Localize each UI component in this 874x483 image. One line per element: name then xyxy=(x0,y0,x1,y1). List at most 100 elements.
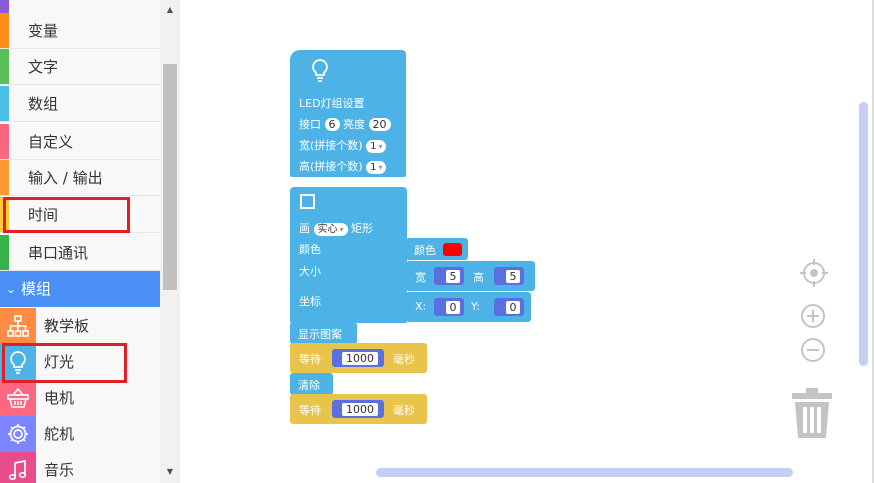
rectangle-icon xyxy=(300,194,315,209)
block-led-setup[interactable]: LED灯组设置 接口 6 亮度 20 宽(拼接个数) 1 ▾ 高(拼接个数) 1 ▾ xyxy=(290,50,406,177)
category-label: 文字 xyxy=(28,58,59,76)
trash-icon[interactable] xyxy=(790,386,834,440)
category-label: 输入 / 输出 xyxy=(28,169,103,187)
width-value-label: 宽 xyxy=(415,271,426,284)
height-value-label: 高 xyxy=(473,271,484,284)
board-icon xyxy=(0,308,36,344)
wait-number-block[interactable]: 1000 xyxy=(332,349,384,367)
category-header-modules[interactable]: ⌄ 模组 xyxy=(0,271,160,307)
block-title: LED灯组设置 xyxy=(299,97,365,110)
category-color-bar xyxy=(0,160,9,195)
wait-number-value[interactable]: 1000 xyxy=(342,403,378,416)
bulb-icon xyxy=(312,59,328,82)
category-color-bar xyxy=(0,124,9,159)
block-row-port: 接口 6 亮度 20 xyxy=(299,116,391,132)
block-label: 清除 xyxy=(298,379,320,392)
highlight-box-time xyxy=(3,197,130,233)
height-number-value[interactable]: 5 xyxy=(506,270,520,283)
category-item-variables[interactable]: 变量 xyxy=(0,13,160,49)
category-color-bar xyxy=(0,86,9,121)
color-swatch[interactable] xyxy=(443,243,462,256)
module-label: 电机 xyxy=(44,389,75,407)
brightness-label: 亮度 xyxy=(343,118,365,131)
gear-icon xyxy=(0,416,36,452)
category-item-io[interactable]: 输入 / 输出 xyxy=(0,160,160,196)
y-number-value[interactable]: 0 xyxy=(506,301,520,314)
module-item-servo[interactable]: 舵机 xyxy=(0,416,160,452)
module-label: 音乐 xyxy=(44,461,75,479)
wait-label: 等待 xyxy=(299,404,321,417)
block-size-value[interactable]: 宽 5 高 5 xyxy=(406,261,535,291)
category-color-bar xyxy=(0,235,9,270)
block-wait-1[interactable]: 等待 1000 毫秒 xyxy=(290,343,427,373)
block-row-draw: 画 实心 ▾ 矩形 xyxy=(299,220,373,236)
category-item-custom[interactable]: 自定义 xyxy=(0,124,160,160)
module-item-teaching-board[interactable]: 教学板 xyxy=(0,308,160,344)
module-item-music[interactable]: 音乐 xyxy=(0,452,160,483)
color-param-label: 颜色 xyxy=(299,243,321,256)
category-label: 自定义 xyxy=(28,133,74,151)
width-number-value[interactable]: 5 xyxy=(446,270,460,283)
x-number-value[interactable]: 0 xyxy=(446,301,460,314)
category-sidebar: 变量 文字 数组 自定义 输入 / 输出 时间 串口通讯 ⌄ 模组 教学板 灯光… xyxy=(0,0,160,483)
block-draw-rect[interactable]: 画 实心 ▾ 矩形 颜色 大小 坐标 xyxy=(290,187,407,323)
fill-dropdown[interactable]: 实心 ▾ xyxy=(313,223,348,236)
height-label: 高(拼接个数) xyxy=(299,160,363,173)
scroll-up-arrow-icon[interactable]: ▲ xyxy=(163,4,177,16)
zoom-in-icon[interactable] xyxy=(799,302,827,330)
category-item-text[interactable]: 文字 xyxy=(0,49,160,85)
x-value-label: X: xyxy=(415,300,427,313)
height-dropdown[interactable]: 1 ▾ xyxy=(366,161,387,174)
basket-icon xyxy=(0,380,36,416)
block-label: 显示图案 xyxy=(298,328,342,341)
color-input-label: 颜色 xyxy=(414,244,436,257)
module-item-motor[interactable]: 电机 xyxy=(0,380,160,416)
module-label: 教学板 xyxy=(44,317,90,335)
category-item-serial[interactable]: 串口通讯 xyxy=(0,235,160,271)
size-param-label: 大小 xyxy=(299,265,321,278)
shape-label: 矩形 xyxy=(351,222,374,235)
coord-param-label: 坐标 xyxy=(299,295,321,308)
wait-number-value[interactable]: 1000 xyxy=(342,352,378,365)
category-label: 串口通讯 xyxy=(28,244,89,262)
category-label: 变量 xyxy=(28,22,59,40)
width-label: 宽(拼接个数) xyxy=(299,139,363,152)
width-dropdown[interactable]: 1 ▾ xyxy=(366,140,387,153)
block-coord-value[interactable]: X: 0 Y: 0 xyxy=(406,292,531,322)
scroll-down-arrow-icon[interactable]: ▼ xyxy=(163,466,177,478)
wait-unit-label: 毫秒 xyxy=(393,353,415,366)
width-number-block[interactable]: 5 xyxy=(434,267,464,285)
recenter-icon[interactable] xyxy=(797,256,831,290)
height-number-block[interactable]: 5 xyxy=(494,267,524,285)
y-number-block[interactable]: 0 xyxy=(494,298,524,316)
block-row-height: 高(拼接个数) 1 ▾ xyxy=(299,158,387,174)
block-workspace[interactable] xyxy=(180,0,874,483)
category-header-label: 模组 xyxy=(21,280,52,298)
category-color-bar xyxy=(0,13,9,48)
music-icon xyxy=(0,452,36,483)
workspace-vertical-scrollbar[interactable] xyxy=(859,102,868,366)
zoom-out-icon[interactable] xyxy=(799,336,827,364)
brightness-input[interactable]: 20 xyxy=(368,118,391,131)
category-item-array[interactable]: 数组 xyxy=(0,86,160,122)
sidebar-scrollbar-thumb[interactable] xyxy=(163,64,177,290)
module-label: 舵机 xyxy=(44,425,75,443)
block-color-value[interactable]: 颜色 xyxy=(406,238,468,260)
wait-label: 等待 xyxy=(299,353,321,366)
workspace-horizontal-scrollbar[interactable] xyxy=(376,468,793,477)
block-wait-2[interactable]: 等待 1000 毫秒 xyxy=(290,394,427,424)
category-label: 数组 xyxy=(28,95,59,113)
port-input[interactable]: 6 xyxy=(324,118,340,131)
block-row-width: 宽(拼接个数) 1 ▾ xyxy=(299,137,387,153)
port-label: 接口 xyxy=(299,118,321,131)
block-clear[interactable]: 清除 xyxy=(290,373,333,395)
height-dropdown-value: 1 xyxy=(370,162,377,173)
wait-number-block[interactable]: 1000 xyxy=(332,400,384,418)
category-color-bar xyxy=(0,49,9,84)
y-value-label: Y: xyxy=(471,300,480,313)
x-number-block[interactable]: 0 xyxy=(434,298,464,316)
wait-unit-label: 毫秒 xyxy=(393,404,415,417)
width-dropdown-value: 1 xyxy=(370,141,377,152)
block-show-pattern[interactable]: 显示图案 xyxy=(290,322,357,344)
fill-dropdown-value: 实心 xyxy=(317,224,338,235)
